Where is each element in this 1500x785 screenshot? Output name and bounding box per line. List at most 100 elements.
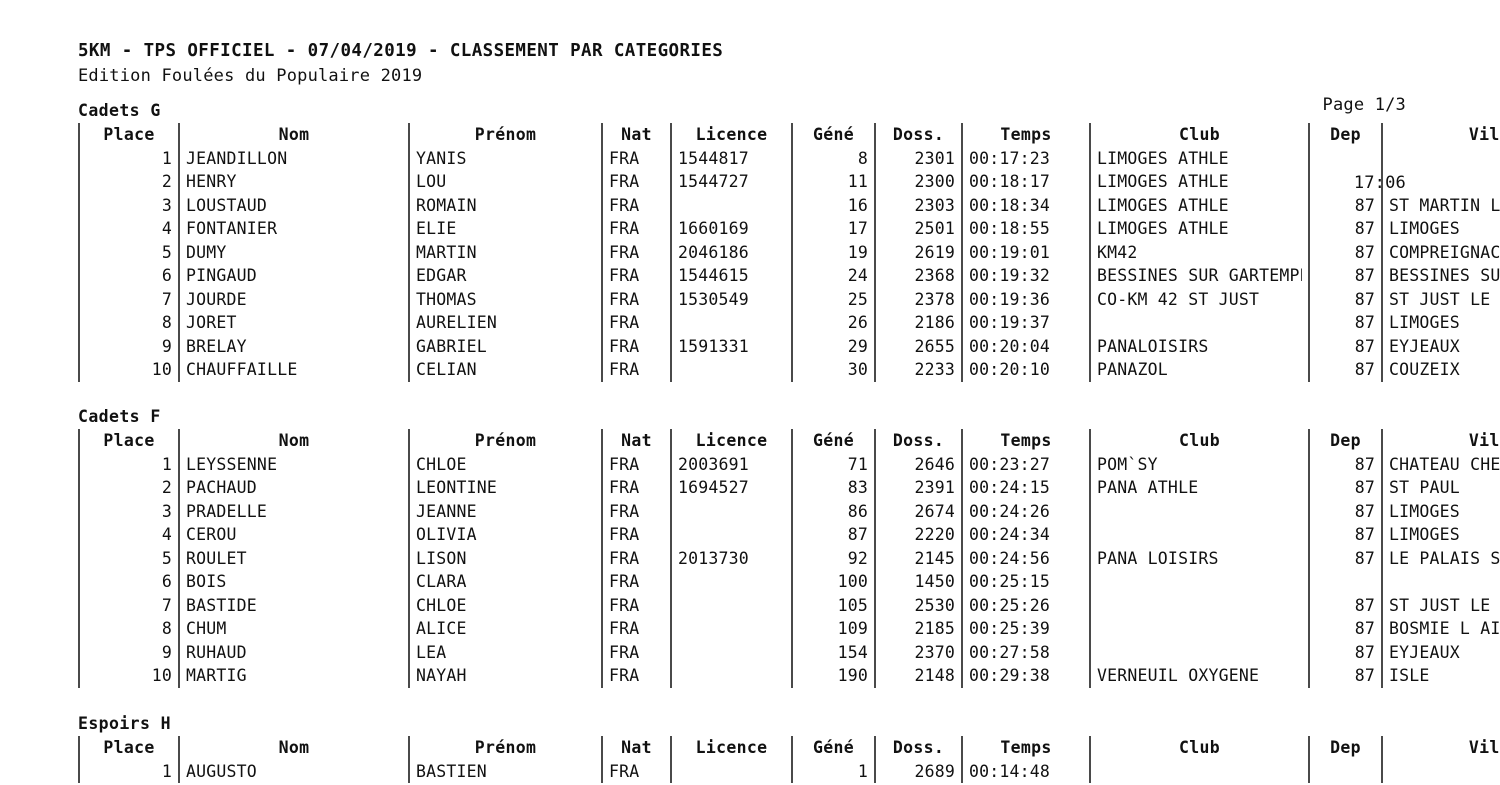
cell-gene: 109: [791, 617, 875, 641]
table-header-row: Place Nom Prénom Nat Licence Géné Doss. Temps Cl…: [78, 429, 1500, 453]
cell-temps: 00:23:27: [961, 452, 1090, 476]
cell-ville: BESSINES SUR GARTEMPE: [1381, 264, 1500, 288]
column-header-club[interactable]: Club: [1089, 123, 1309, 147]
cell-dep: [1308, 146, 1382, 170]
cell-licence: 1544727: [670, 170, 792, 194]
cell-doss: 2148: [874, 664, 962, 688]
cell-club: [1089, 311, 1309, 335]
column-header-licence[interactable]: Licence: [670, 736, 792, 760]
results-table: Place Nom Prénom Nat Licence Géné Doss. Temps Cl…: [78, 123, 1500, 382]
column-header-gene[interactable]: Géné: [791, 429, 875, 453]
cell-doss: 2370: [874, 640, 962, 664]
cell-licence: [670, 664, 792, 688]
column-header-temps[interactable]: Temps: [961, 123, 1090, 147]
cell-licence: [670, 593, 792, 617]
cell-doss: 2501: [874, 217, 962, 241]
cell-nat: FRA: [601, 146, 671, 170]
cell-ville: [1381, 170, 1500, 194]
column-header-temps[interactable]: Temps: [961, 429, 1090, 453]
column-header-prenom[interactable]: Prénom: [408, 429, 602, 453]
cell-prenom: LOU: [408, 170, 602, 194]
cell-prenom: OLIVIA: [408, 523, 602, 547]
cell-ville: LIMOGES: [1381, 311, 1500, 335]
cell-gene: 11: [791, 170, 875, 194]
cell-nom: JOURDE: [178, 287, 409, 311]
column-header-prenom[interactable]: Prénom: [408, 123, 602, 147]
cell-nom: PINGAUD: [178, 264, 409, 288]
column-header-doss[interactable]: Doss.: [874, 429, 962, 453]
column-header-nat[interactable]: Nat: [601, 736, 671, 760]
cell-temps: 00:25:26: [961, 593, 1090, 617]
column-header-place[interactable]: Place: [78, 429, 179, 453]
column-header-licence[interactable]: Licence: [670, 123, 792, 147]
column-header-gene[interactable]: Géné: [791, 123, 875, 147]
column-header-nom[interactable]: Nom: [178, 736, 409, 760]
column-header-dep[interactable]: Dep: [1308, 123, 1382, 147]
cell-licence: 2003691: [670, 452, 792, 476]
cell-place: 1: [78, 759, 179, 783]
column-header-nom[interactable]: Nom: [178, 429, 409, 453]
table-row: 5 ROULET LISON FRA 2013730 92 2145 00:24:56 PANA…: [78, 546, 1500, 570]
cell-prenom: CHLOE: [408, 452, 602, 476]
cell-licence: 2046186: [670, 240, 792, 264]
cell-place: 9: [78, 334, 179, 358]
cell-dep: 87: [1308, 240, 1382, 264]
cell-nom: CHAUFFAILLE: [178, 358, 409, 382]
cell-temps: 00:24:26: [961, 499, 1090, 523]
column-header-club[interactable]: Club: [1089, 736, 1309, 760]
cell-dep: [1308, 759, 1382, 783]
cell-place: 2: [78, 476, 179, 500]
column-header-prenom[interactable]: Prénom: [408, 736, 602, 760]
cell-prenom: AURELIEN: [408, 311, 602, 335]
cell-gene: 25: [791, 287, 875, 311]
column-header-ville[interactable]: Ville: [1381, 736, 1500, 760]
column-header-doss[interactable]: Doss.: [874, 123, 962, 147]
column-header-place[interactable]: Place: [78, 123, 179, 147]
cell-doss: 2689: [874, 759, 962, 783]
cell-dep: 87: [1308, 593, 1382, 617]
table-row: 6 PINGAUD EDGAR FRA 1544615 24 2368 00:19:32 BES…: [78, 264, 1500, 288]
cell-gene: 19: [791, 240, 875, 264]
cell-ville: LIMOGES: [1381, 499, 1500, 523]
cell-club: CO-KM 42 ST JUST: [1089, 287, 1309, 311]
column-header-club[interactable]: Club: [1089, 429, 1309, 453]
column-header-place[interactable]: Place: [78, 736, 179, 760]
cell-prenom: ROMAIN: [408, 193, 602, 217]
cell-place: 6: [78, 570, 179, 594]
cell-place: 9: [78, 640, 179, 664]
cell-place: 1: [78, 146, 179, 170]
column-header-nom[interactable]: Nom: [178, 123, 409, 147]
cell-club: [1089, 570, 1309, 594]
column-header-doss[interactable]: Doss.: [874, 736, 962, 760]
cell-nat: FRA: [601, 523, 671, 547]
cell-licence: 1591331: [670, 334, 792, 358]
column-header-licence[interactable]: Licence: [670, 429, 792, 453]
column-header-ville[interactable]: Ville: [1381, 123, 1500, 147]
table-row: 7 JOURDE THOMAS FRA 1530549 25 2378 00:19:36 CO-…: [78, 287, 1500, 311]
column-header-nat[interactable]: Nat: [601, 429, 671, 453]
table-row: 10 CHAUFFAILLE CELIAN FRA 30 2233 00:20:10 PANA…: [78, 358, 1500, 382]
cell-temps: 00:18:17: [961, 170, 1090, 194]
cell-nom: HENRY: [178, 170, 409, 194]
column-header-gene[interactable]: Géné: [791, 736, 875, 760]
column-header-nat[interactable]: Nat: [601, 123, 671, 147]
table-header-row: Place Nom Prénom Nat Licence Géné Doss. Temps Cl…: [78, 123, 1500, 147]
cell-nat: FRA: [601, 499, 671, 523]
cell-nom: CHUM: [178, 617, 409, 641]
title-block: 5KM - TPS OFFICIEL - 07/04/2019 - CLASSE…: [78, 40, 723, 88]
cell-temps: 00:19:36: [961, 287, 1090, 311]
cell-temps: 00:25:39: [961, 617, 1090, 641]
cell-club: PANA LOISIRS: [1089, 546, 1309, 570]
cell-temps: 00:19:32: [961, 264, 1090, 288]
cell-prenom: LEA: [408, 640, 602, 664]
cell-ville: LE PALAIS SUR VIENNE: [1381, 546, 1500, 570]
column-header-dep[interactable]: Dep: [1308, 429, 1382, 453]
cell-prenom: BASTIEN: [408, 759, 602, 783]
cell-dep: 87: [1308, 311, 1382, 335]
column-header-temps[interactable]: Temps: [961, 736, 1090, 760]
cell-nat: FRA: [601, 617, 671, 641]
cell-nom: BOIS: [178, 570, 409, 594]
column-header-ville[interactable]: Ville: [1381, 429, 1500, 453]
cell-nat: FRA: [601, 759, 671, 783]
column-header-dep[interactable]: Dep: [1308, 736, 1382, 760]
